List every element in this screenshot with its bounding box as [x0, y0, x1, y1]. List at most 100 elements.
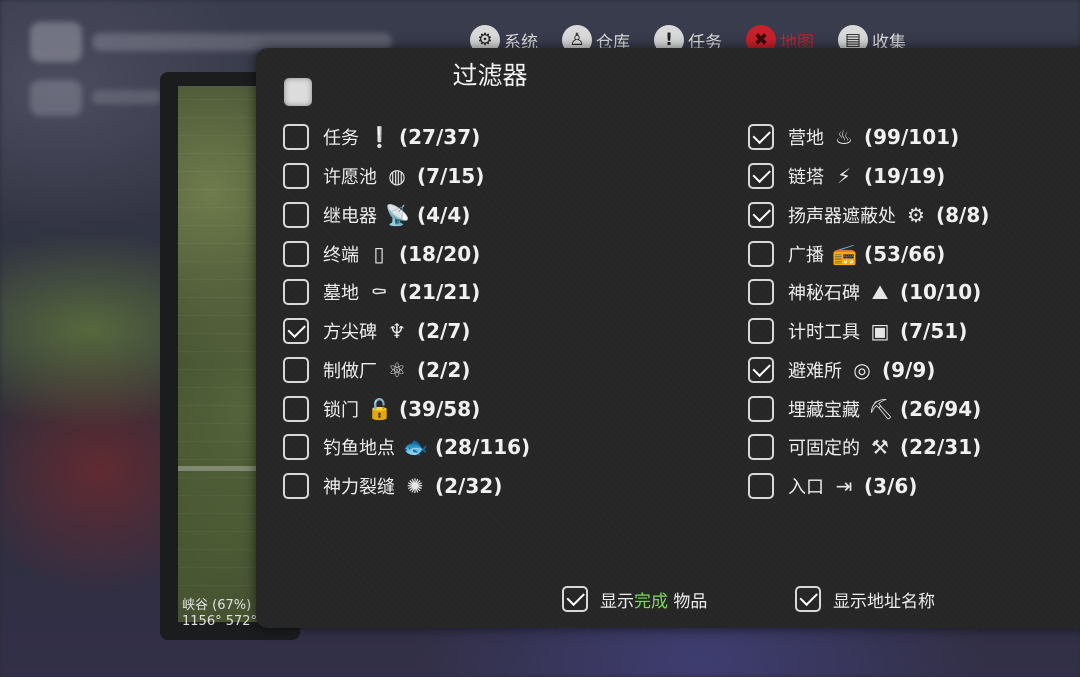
speaker-icon: ⚙ — [907, 202, 925, 227]
lock-icon: 🔓 — [367, 396, 392, 421]
filter-label: 锁门 — [323, 399, 359, 421]
filter-row[interactable]: 链塔 ⚡ (19/19) — [748, 157, 989, 196]
filter-count: (2/7) — [417, 319, 471, 344]
show-address-option[interactable]: 显示地址名称 — [795, 586, 935, 612]
filter-checkbox[interactable] — [748, 473, 774, 500]
filter-checkbox[interactable] — [748, 201, 774, 228]
filter-row[interactable]: 终端 ▯ (18/20) — [283, 234, 530, 273]
filter-row[interactable]: 营地 ♨ (99/101) — [748, 118, 989, 157]
filter-count: (2/2) — [417, 357, 471, 382]
filter-count: (7/15) — [417, 164, 485, 189]
filter-row[interactable]: 锁门 🔓 (39/58) — [283, 389, 530, 428]
filter-count: (26/94) — [900, 396, 982, 421]
filter-checkbox[interactable] — [748, 434, 774, 461]
filter-label: 许愿池 — [323, 167, 377, 189]
checkmark-icon — [752, 203, 771, 222]
checkmark-icon — [287, 319, 306, 339]
filter-label: 神力裂缝 — [323, 477, 395, 499]
filter-count: (7/51) — [900, 319, 968, 344]
panel-title: 过滤器 — [452, 61, 528, 90]
timer-icon: ▣ — [870, 319, 890, 344]
filter-count: (10/10) — [900, 280, 982, 305]
show-completed-prefix: 显示 — [600, 591, 634, 612]
filter-checkbox[interactable] — [283, 279, 309, 306]
filter-count: (99/101) — [864, 125, 960, 150]
radio-tower-icon: ⚡ — [836, 164, 852, 189]
filter-count: (8/8) — [936, 202, 990, 227]
show-completed-suffix: 物品 — [668, 591, 708, 612]
entrance-icon: ⇥ — [835, 474, 853, 499]
filter-checkbox[interactable] — [283, 434, 309, 461]
filter-row[interactable]: 神力裂缝 ✺ (2/32) — [283, 467, 530, 506]
filter-count: (27/37) — [399, 125, 481, 150]
filter-row[interactable]: 方尖碑 ♆ (2/7) — [283, 312, 530, 351]
filter-checkbox[interactable] — [283, 473, 309, 500]
checkmark-icon — [799, 587, 818, 607]
tools-icon: ⚒ — [871, 435, 889, 460]
filter-row[interactable]: 扬声器遮蔽处 ⚙ (8/8) — [748, 196, 989, 235]
checkmark-icon — [752, 126, 771, 145]
select-all-checkbox[interactable] — [284, 78, 312, 106]
filter-row[interactable]: 神秘石碑 ⛰ (10/10) — [748, 273, 989, 312]
filter-label: 继电器 — [323, 205, 377, 227]
filter-label: 方尖碑 — [323, 322, 377, 344]
shelter-icon: ◎ — [853, 357, 871, 382]
radio-icon: 📻 — [832, 241, 857, 266]
filter-checkbox[interactable] — [748, 124, 774, 151]
filter-checkbox[interactable] — [748, 163, 774, 190]
filter-count: (18/20) — [399, 241, 481, 266]
filter-list-left: 任务 ❕ (27/37) 许愿池 ◍ (7/15) 继电器 📡 (4/4) 终端 ▯ (18/20) 墓… — [283, 118, 530, 506]
filter-row[interactable]: 广播 📻 (53/66) — [748, 234, 989, 273]
filter-row[interactable]: 可固定的 ⚒ (22/31) — [748, 428, 989, 467]
filter-checkbox[interactable] — [748, 240, 774, 267]
filter-label: 营地 — [788, 128, 824, 150]
filter-label: 广播 — [788, 244, 824, 266]
show-completed-option[interactable]: 显示 完成 物品 — [562, 586, 707, 612]
show-address-checkbox[interactable] — [795, 586, 821, 612]
checkmark-icon — [566, 587, 585, 607]
filter-checkbox[interactable] — [283, 356, 309, 383]
filter-row[interactable]: 避难所 ◎ (9/9) — [748, 351, 989, 390]
terminal-icon: ▯ — [373, 241, 385, 266]
filter-checkbox[interactable] — [748, 356, 774, 383]
filter-row[interactable]: 埋藏宝藏 ⛏ (26/94) — [748, 389, 989, 428]
filter-checkbox[interactable] — [283, 395, 309, 422]
filter-label: 埋藏宝藏 — [788, 399, 860, 421]
filter-label: 钓鱼地点 — [323, 438, 395, 460]
map-region-label: 峡谷 (67%) — [182, 598, 252, 613]
filter-count: (9/9) — [882, 357, 936, 382]
filter-checkbox[interactable] — [283, 318, 309, 345]
show-completed-highlight: 完成 — [634, 591, 668, 612]
atom-icon: ⚛ — [388, 357, 406, 382]
filter-count: (3/6) — [864, 474, 918, 499]
filter-row[interactable]: 继电器 📡 (4/4) — [283, 196, 530, 235]
filter-label: 计时工具 — [788, 322, 860, 344]
filter-row[interactable]: 入口 ⇥ (3/6) — [748, 467, 989, 506]
filter-checkbox[interactable] — [283, 124, 309, 151]
satellite-dish-icon: 📡 — [385, 202, 410, 227]
filter-count: (22/31) — [900, 435, 982, 460]
graveyard-icon: ⚰ — [370, 280, 388, 305]
exclamation-icon: ❕ — [367, 125, 392, 150]
background-blur — [92, 90, 162, 104]
filter-row[interactable]: 许愿池 ◍ (7/15) — [283, 157, 530, 196]
filter-row[interactable]: 钓鱼地点 🐟 (28/116) — [283, 428, 530, 467]
filter-row[interactable]: 任务 ❕ (27/37) — [283, 118, 530, 157]
filter-count: (19/19) — [864, 164, 946, 189]
filter-row[interactable]: 墓地 ⚰ (21/21) — [283, 273, 530, 312]
filter-row[interactable]: 制做厂 ⚛ (2/2) — [283, 351, 530, 390]
checkmark-icon — [752, 358, 771, 377]
filter-label: 神秘石碑 — [788, 283, 860, 305]
filter-checkbox[interactable] — [748, 279, 774, 306]
filter-row[interactable]: 计时工具 ▣ (7/51) — [748, 312, 989, 351]
filter-label: 制做厂 — [323, 360, 377, 382]
filter-checkbox[interactable] — [283, 240, 309, 267]
show-completed-checkbox[interactable] — [562, 586, 588, 612]
filter-label: 入口 — [788, 477, 824, 499]
filter-checkbox[interactable] — [748, 318, 774, 345]
filter-checkbox[interactable] — [283, 201, 309, 228]
filter-checkbox[interactable] — [748, 395, 774, 422]
filter-checkbox[interactable] — [283, 163, 309, 190]
checkmark-icon — [752, 164, 771, 184]
filter-label: 终端 — [323, 244, 359, 266]
